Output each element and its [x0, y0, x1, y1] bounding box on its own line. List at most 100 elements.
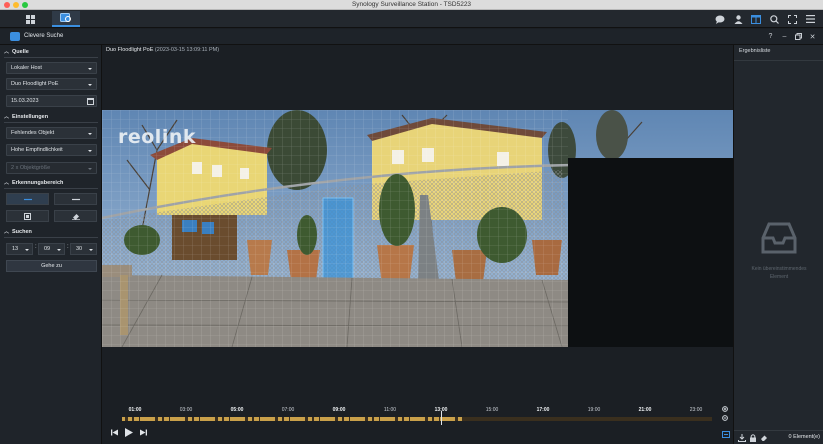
close-icon[interactable]: ✕: [808, 31, 817, 42]
timeline-cursor[interactable]: [441, 411, 442, 425]
section-source[interactable]: ︿ Quelle: [4, 48, 29, 56]
results-footer: 0 Element(e): [734, 430, 823, 444]
timeline-zoom: [722, 406, 729, 422]
smart-search-app-button[interactable]: [52, 11, 80, 27]
section-settings[interactable]: ︿ Einstellungen: [4, 113, 48, 121]
recording-segment: [134, 417, 139, 421]
chevron-up-icon: ︿: [4, 180, 10, 186]
eraser-icon[interactable]: [760, 434, 768, 442]
minimize-icon[interactable]: –: [780, 31, 789, 42]
menu-icon[interactable]: [801, 12, 819, 26]
results-title: Ergebnisliste: [739, 48, 771, 54]
camera-select[interactable]: Duo Floodlight PoE: [6, 78, 97, 90]
chevron-down-icon: [88, 84, 92, 86]
recording-segment: [224, 417, 229, 421]
hour-select[interactable]: 13: [6, 243, 33, 255]
draw-dash-tool[interactable]: [54, 193, 97, 205]
recording-segment: [392, 417, 395, 421]
recording-segment: [152, 417, 155, 421]
recording-segment: [338, 417, 342, 421]
sensitivity-select[interactable]: Hohe Empfindlichkeit: [6, 144, 97, 156]
recording-segment: [314, 417, 319, 421]
chat-icon[interactable]: [711, 12, 729, 26]
results-panel: Ergebnisliste Kein übereinstimmendes Ele…: [733, 45, 823, 444]
eraser-icon: [71, 213, 80, 220]
camera-video-frame[interactable]: reolink: [102, 110, 733, 347]
reolink-watermark: reolink: [118, 126, 196, 148]
section-detection-area[interactable]: ︿ Erkennungsbereich: [4, 179, 63, 187]
search-settings-panel: ︿ Quelle Lokaler Host Duo Floodlight PoE …: [0, 45, 102, 444]
recording-segment: [398, 417, 402, 421]
smart-search-small-icon: [10, 32, 20, 41]
recording-bar[interactable]: [122, 417, 712, 421]
recording-segment: [158, 417, 162, 421]
goto-button[interactable]: Gehe zu: [6, 260, 97, 272]
recording-segment: [128, 417, 132, 421]
timeline-hour-label: 03:00: [179, 407, 193, 413]
divider: [4, 57, 98, 58]
timeline-hour-label: 19:00: [587, 407, 601, 413]
lock-icon[interactable]: [749, 434, 757, 442]
timeline-hour-label: 09:00: [332, 407, 346, 413]
chevron-down-icon: [88, 133, 92, 135]
recording-segment: [332, 417, 335, 421]
chevron-down-icon: [25, 249, 29, 251]
play-icon[interactable]: [125, 428, 133, 437]
recording-segment: [194, 417, 199, 421]
host-select[interactable]: Lokaler Host: [6, 62, 97, 74]
chevron-up-icon: ︿: [4, 114, 10, 120]
search-icon[interactable]: [765, 12, 783, 26]
eraser-tool[interactable]: [54, 210, 97, 222]
recording-segment: [404, 417, 409, 421]
draw-rectangle-tool[interactable]: [6, 210, 49, 222]
recording-segment: [242, 417, 245, 421]
time-separator: :: [67, 244, 69, 250]
chevron-down-icon: [88, 68, 92, 70]
zoom-in-icon[interactable]: [722, 406, 729, 413]
timeline-hour-label: 21:00: [638, 407, 652, 413]
video-area: Duo Floodlight PoE (2023-03-15 13:09:11 …: [102, 45, 733, 444]
second-select[interactable]: 30: [70, 243, 97, 255]
recording-segment: [308, 417, 312, 421]
chevron-up-icon: ︿: [4, 49, 10, 55]
section-search[interactable]: ︿ Suchen: [4, 228, 32, 236]
user-icon[interactable]: [729, 12, 747, 26]
timeline-hour-label: 15:00: [485, 407, 499, 413]
recording-segment: [248, 417, 252, 421]
timeline-hour-label: 01:00: [128, 407, 142, 413]
camera-scene: [102, 110, 733, 347]
chevron-down-icon: [88, 150, 92, 152]
empty-results-text: Kein übereinstimmendes Element: [751, 266, 807, 280]
recording-segment: [434, 417, 439, 421]
window-titlebar: Synology Surveillance Station - TSD5223: [0, 0, 823, 10]
timeline-hour-label: 23:00: [689, 407, 703, 413]
minute-select[interactable]: 09: [38, 243, 65, 255]
timeline[interactable]: 01:00 03:00 05:00 07:00 09:00 11:00 13:00 15:00…: [102, 401, 733, 444]
smart-search-icon: [60, 13, 71, 22]
recording-segment: [164, 417, 169, 421]
recording-segment: [422, 417, 425, 421]
recording-segment: [254, 417, 259, 421]
help-icon[interactable]: ?: [766, 31, 775, 42]
timeline-hour-label: 17:00: [536, 407, 550, 413]
timeline-options-icon[interactable]: [722, 431, 730, 438]
object-size-select[interactable]: 2 x Objektgröße: [6, 162, 97, 174]
download-icon[interactable]: [738, 434, 746, 442]
date-field[interactable]: 15.03.2023: [6, 95, 97, 107]
calendar-icon[interactable]: [87, 98, 94, 105]
fullscreen-icon[interactable]: [783, 12, 801, 26]
divider: [4, 237, 98, 238]
restore-icon[interactable]: [794, 31, 803, 42]
time-separator: :: [35, 244, 37, 250]
recording-segment: [218, 417, 222, 421]
event-type-select[interactable]: Fehlendes Objekt: [6, 127, 97, 139]
top-toolbar: [711, 12, 819, 26]
layout-icon[interactable]: [747, 12, 765, 26]
skip-forward-icon[interactable]: [140, 429, 147, 436]
empty-inbox-icon: [761, 222, 797, 254]
main-menu-button[interactable]: [16, 11, 44, 27]
recording-segment: [374, 417, 379, 421]
draw-line-tool[interactable]: [6, 193, 49, 205]
zoom-out-icon[interactable]: [722, 415, 729, 422]
skip-back-icon[interactable]: [111, 429, 118, 436]
